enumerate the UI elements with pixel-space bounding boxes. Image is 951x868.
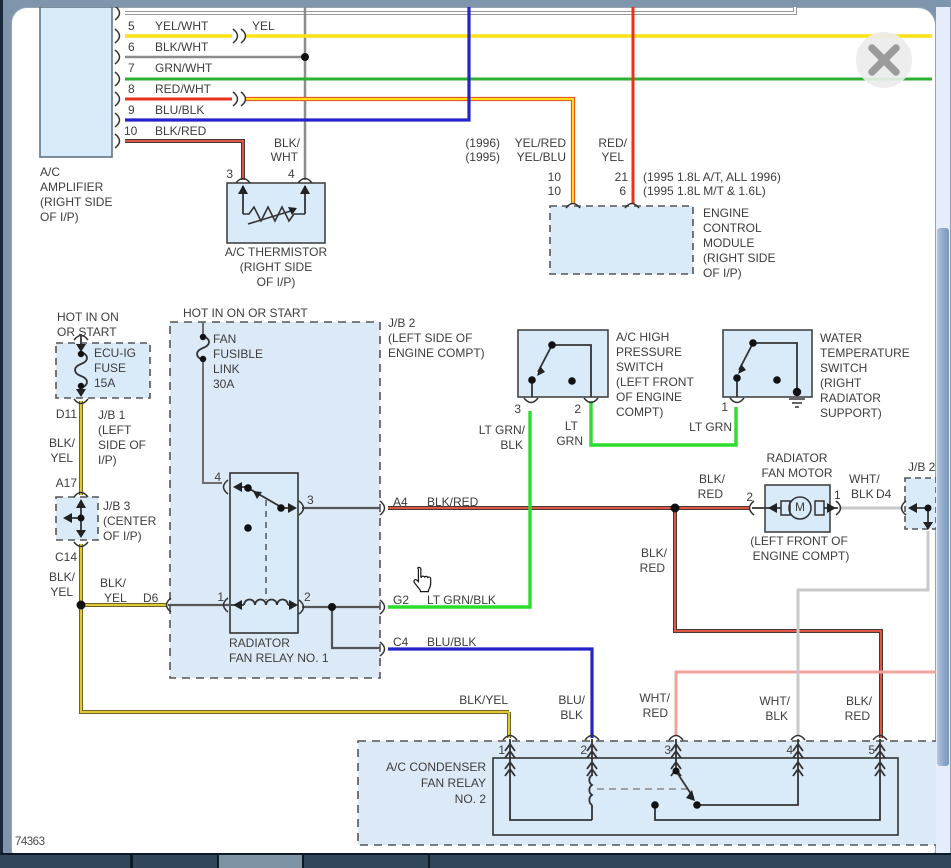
close-icon — [868, 44, 900, 76]
diagram-id: 74363 — [15, 836, 45, 848]
taskbar-segment-1[interactable] — [0, 855, 130, 868]
taskbar-segment-3[interactable] — [219, 855, 302, 868]
taskbar-segment-5[interactable] — [430, 855, 951, 868]
diagram-canvas — [11, 7, 936, 855]
scrollbar-thumb[interactable] — [937, 228, 949, 766]
taskbar — [0, 853, 951, 868]
close-button[interactable] — [856, 32, 912, 88]
taskbar-segment-4[interactable] — [304, 855, 428, 868]
scrollbar[interactable] — [936, 7, 951, 853]
window-edge-top — [0, 0, 951, 7]
taskbar-segment-2[interactable] — [133, 855, 217, 868]
window-edge-left — [0, 0, 11, 853]
